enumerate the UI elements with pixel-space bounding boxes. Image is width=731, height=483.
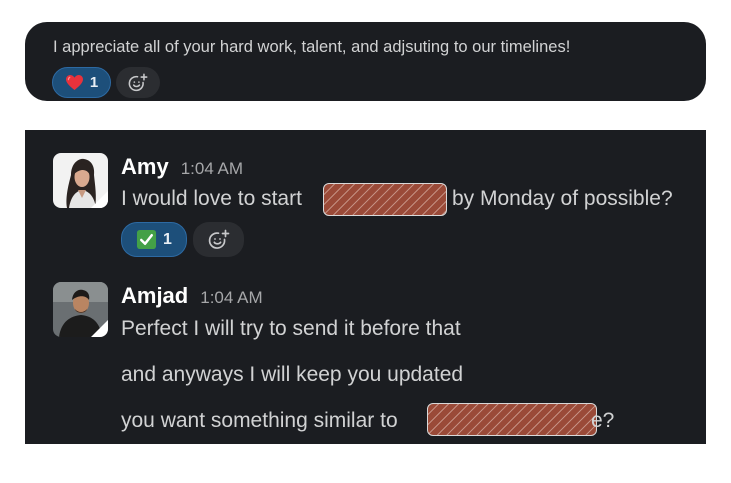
check-mark-icon	[137, 229, 157, 250]
amjad-message-line-2: and anyways I will keep you updated	[121, 363, 464, 386]
check-reaction-button[interactable]: 1	[121, 222, 187, 257]
add-reaction-button-amy[interactable]	[193, 222, 244, 257]
amjad-author-name[interactable]: Amjad	[121, 283, 188, 309]
amjad-message-line-3-start: you want something similar to	[121, 409, 398, 432]
amy-message-line-1-end: by Monday of possible?	[452, 187, 673, 210]
redacted-block	[323, 183, 447, 216]
amjad-avatar[interactable]	[53, 282, 108, 337]
amy-timestamp[interactable]: 1:04 AM	[181, 159, 243, 179]
amjad-avatar-image	[53, 282, 108, 337]
amy-message-header: Amy 1:04 AM	[121, 154, 243, 180]
amjad-message-header: Amjad 1:04 AM	[121, 283, 263, 309]
amjad-timestamp[interactable]: 1:04 AM	[200, 288, 262, 308]
heart-reaction-button[interactable]: 1	[52, 67, 111, 98]
check-reaction-count: 1	[163, 230, 172, 248]
amy-message-line-1-start: I would love to start	[121, 187, 302, 210]
amy-avatar-image	[53, 153, 108, 208]
add-emoji-icon	[128, 73, 148, 91]
top-message-text: I appreciate all of your hard work, tale…	[53, 38, 571, 56]
amy-author-name[interactable]: Amy	[121, 154, 169, 180]
amy-avatar[interactable]	[53, 153, 108, 208]
amjad-message-line-1: Perfect I will try to send it before tha…	[121, 317, 461, 340]
redacted-block	[427, 403, 597, 436]
heart-reaction-count: 1	[89, 74, 99, 91]
add-emoji-icon	[208, 229, 229, 249]
top-message: I appreciate all of your hard work, tale…	[25, 22, 706, 101]
add-reaction-button[interactable]	[116, 67, 160, 98]
amjad-message-line-3-end: e?	[591, 409, 615, 432]
heart-icon	[65, 74, 83, 91]
conversation-panel: Amy 1:04 AM I would love to start by Mon…	[25, 130, 706, 444]
